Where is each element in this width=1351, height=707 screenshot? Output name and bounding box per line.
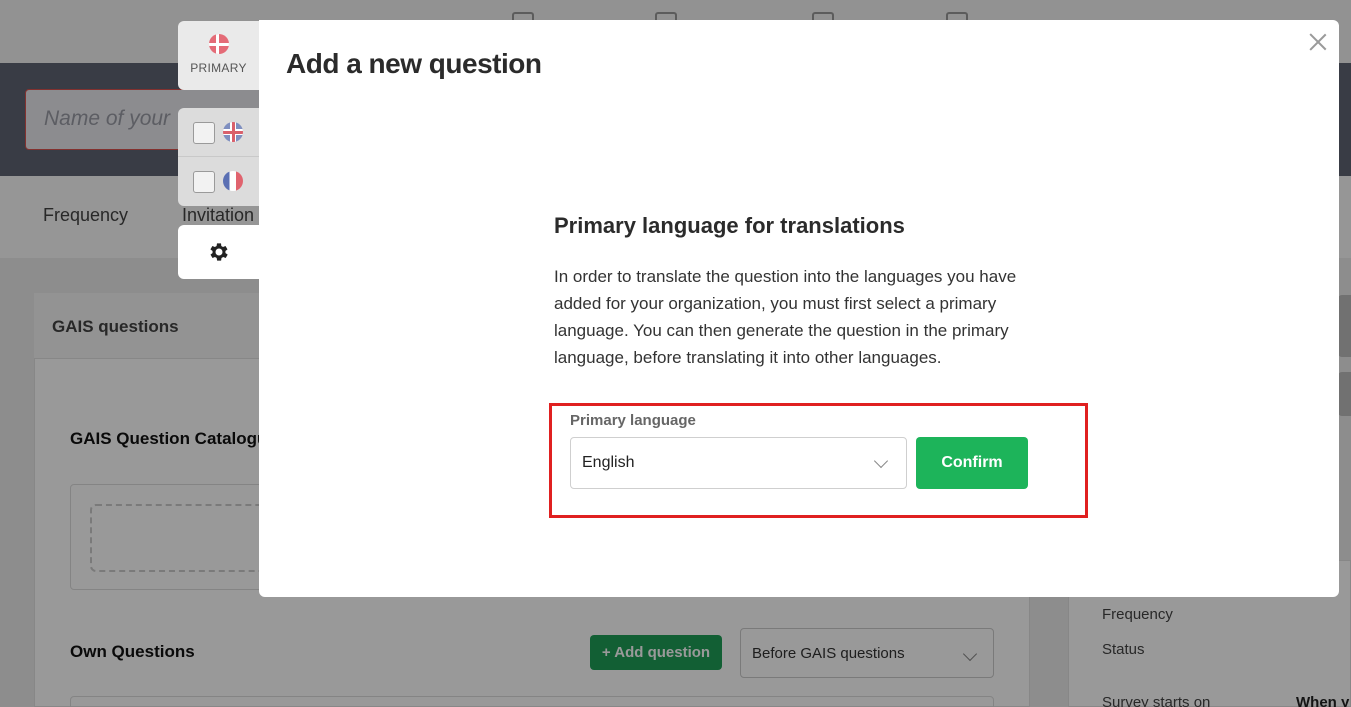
language-row-french bbox=[178, 157, 259, 206]
confirm-button[interactable]: Confirm bbox=[916, 437, 1028, 489]
primary-language-value: English bbox=[582, 454, 635, 471]
add-question-modal: Add a new question Primary language for … bbox=[259, 20, 1339, 597]
chevron-down-icon bbox=[873, 453, 889, 469]
section-title: Primary language for translations bbox=[554, 213, 905, 238]
gear-icon bbox=[210, 243, 228, 261]
primary-language-label: Primary language bbox=[570, 412, 696, 429]
uk-flag-icon bbox=[223, 122, 243, 142]
primary-language-tab[interactable]: PRIMARY bbox=[178, 21, 259, 90]
primary-language-select[interactable]: English bbox=[570, 437, 907, 489]
language-checkbox-english[interactable] bbox=[193, 122, 215, 144]
denmark-flag-icon bbox=[208, 34, 229, 54]
language-checkbox-french[interactable] bbox=[193, 171, 215, 193]
france-flag-icon bbox=[223, 171, 243, 191]
close-icon[interactable] bbox=[1307, 31, 1329, 53]
primary-label: PRIMARY bbox=[190, 61, 247, 75]
section-description: In order to translate the question into … bbox=[554, 267, 1017, 367]
modal-title: Add a new question bbox=[286, 48, 542, 79]
language-settings-button[interactable] bbox=[178, 225, 259, 279]
language-row-english bbox=[178, 108, 259, 157]
